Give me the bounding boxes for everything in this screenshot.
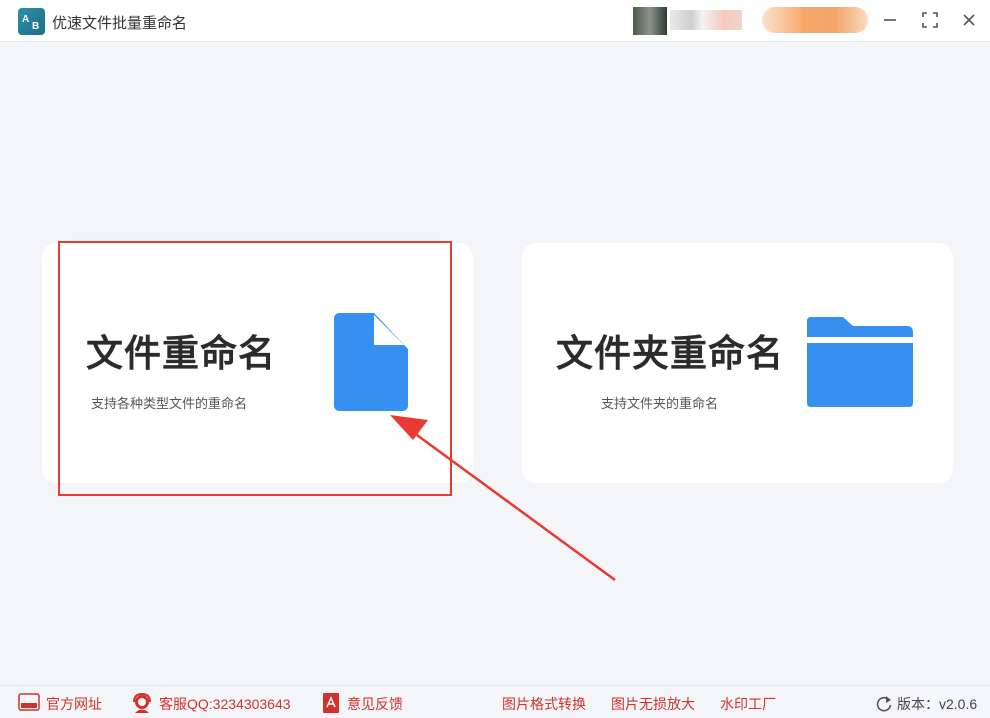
close-icon <box>963 14 975 26</box>
maximize-button[interactable] <box>918 8 942 32</box>
maximize-icon <box>922 12 938 28</box>
minimize-button[interactable] <box>878 8 902 32</box>
image-convert-link[interactable]: 图片格式转换 <box>502 694 586 714</box>
minimize-icon <box>884 19 896 21</box>
app-title: 优速文件批量重命名 <box>52 15 188 32</box>
website-icon[interactable] <box>18 692 40 712</box>
title-bar: A B 优速文件批量重命名 <box>0 0 990 42</box>
vip-badge[interactable] <box>762 7 868 33</box>
feedback-link[interactable]: 意见反馈 <box>347 694 403 714</box>
refresh-icon[interactable] <box>875 695 893 713</box>
customer-service-icon[interactable] <box>130 692 154 714</box>
image-enlarge-link[interactable]: 图片无损放大 <box>611 694 695 714</box>
file-icon <box>334 313 408 411</box>
file-rename-description: 支持各种类型文件的重命名 <box>91 396 248 411</box>
file-rename-title: 文件重命名 <box>86 333 276 374</box>
close-button[interactable] <box>957 8 981 32</box>
version-label: 版本：v2.0.6 <box>897 696 978 712</box>
folder-rename-card[interactable]: 文件夹重命名 支持文件夹的重命名 <box>522 243 953 483</box>
user-avatar[interactable] <box>633 7 667 35</box>
feedback-icon[interactable] <box>322 692 340 714</box>
file-rename-card[interactable]: 文件重命名 支持各种类型文件的重命名 <box>42 243 473 483</box>
app-logo: A B <box>18 8 45 35</box>
website-link[interactable]: 官方网址 <box>46 694 102 714</box>
folder-rename-description: 支持文件夹的重命名 <box>601 396 719 411</box>
folder-rename-title: 文件夹重命名 <box>556 333 784 374</box>
watermark-link[interactable]: 水印工厂 <box>720 694 776 714</box>
support-qq-link[interactable]: 客服QQ:3234303643 <box>159 694 291 714</box>
footer-bar: 官方网址 客服QQ:3234303643 意见反馈 图片格式转换 图片无损放大 … <box>0 685 990 718</box>
user-name-blurred[interactable] <box>670 10 742 30</box>
folder-icon <box>807 317 913 407</box>
